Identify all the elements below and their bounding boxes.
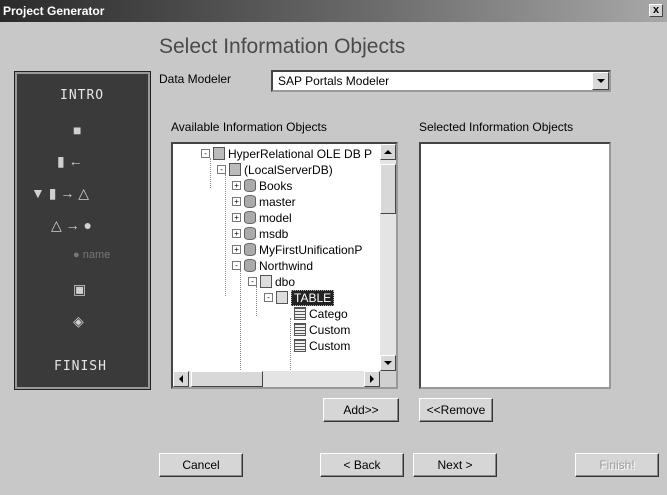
tree-node-label: Northwind <box>259 258 314 273</box>
tree-node-table-selected[interactable]: - TABLE <box>264 289 335 306</box>
folder-icon <box>260 275 272 289</box>
tree-node-label: Custom <box>309 338 351 353</box>
server-icon <box>229 163 241 177</box>
scroll-up-button[interactable] <box>380 144 396 160</box>
scrollbar-corner <box>380 371 396 387</box>
close-button[interactable]: x <box>649 4 663 17</box>
finish-button[interactable]: Finish! <box>575 453 659 477</box>
vertical-scroll-thumb[interactable] <box>380 164 396 214</box>
window-title: Project Generator <box>3 4 105 18</box>
tree-node-model[interactable]: + model <box>232 210 292 226</box>
tree-node-label: Books <box>259 178 293 193</box>
horizontal-scrollbar[interactable] <box>173 371 380 387</box>
collapse-icon[interactable]: - <box>264 293 273 303</box>
arrow-left-icon <box>179 375 183 383</box>
step-finish-label: FINISH <box>54 359 107 374</box>
tree-node-table-item[interactable]: Custom <box>294 322 350 338</box>
collapse-icon[interactable]: - <box>232 261 241 271</box>
data-modeler-select[interactable]: SAP Portals Modeler <box>271 70 611 92</box>
tree-line <box>210 158 211 188</box>
database-arrow-left-icon: ▮ ← <box>57 153 83 169</box>
tree-node-dbo[interactable]: - dbo <box>248 274 295 290</box>
document-icon: ▣ <box>73 281 87 297</box>
tree-node-table-item[interactable]: Custom <box>294 338 350 354</box>
database-icon <box>244 227 256 241</box>
arrow-up-icon <box>384 150 392 154</box>
title-bar: Project Generator x <box>0 0 667 22</box>
dropdown-arrow-button[interactable] <box>592 72 609 90</box>
collapse-icon[interactable]: - <box>217 165 226 175</box>
available-objects-label: Available Information Objects <box>171 120 327 134</box>
cancel-button[interactable]: Cancel <box>159 453 243 477</box>
table-icon <box>294 307 306 321</box>
tree-node-label: (LocalServerDB) <box>244 162 333 177</box>
tree-node-label: Custom <box>309 322 351 337</box>
step-intro-label: INTRO <box>60 88 105 103</box>
database-icon <box>244 179 256 193</box>
step-name-label: name <box>82 249 111 261</box>
tree-line <box>256 286 257 316</box>
page-title: Select Information Objects <box>159 35 406 58</box>
scroll-left-button[interactable] <box>173 371 189 387</box>
database-icon <box>244 211 256 225</box>
tree-node-myfirstunification[interactable]: + MyFirstUnificationP <box>232 242 362 258</box>
tree-node-label: MyFirstUnificationP <box>259 242 363 257</box>
tree-line <box>290 318 291 378</box>
back-button[interactable]: < Back <box>320 453 404 477</box>
tree-node-northwind[interactable]: - Northwind <box>232 258 313 274</box>
next-button[interactable]: Next > <box>413 453 497 477</box>
arrow-right-icon <box>370 375 374 383</box>
remove-button[interactable]: <<Remove <box>419 398 493 422</box>
expand-icon[interactable]: + <box>232 229 241 239</box>
expand-icon[interactable]: + <box>232 245 241 255</box>
tree-node-msdb[interactable]: + msdb <box>232 226 288 242</box>
chevron-down-icon <box>597 79 605 83</box>
tree-node-provider[interactable]: - HyperRelational OLE DB P <box>201 146 372 162</box>
triangle-to-circle-icon: △ → ● <box>51 217 93 233</box>
wizard-steps-panel: INTRO ■ ▮ ← ▼ ▮ → △ △ → ● ● name ▣ ◈ FIN… <box>14 71 151 390</box>
collapse-icon[interactable]: - <box>248 277 257 287</box>
table-icon <box>294 323 306 337</box>
data-modeler-value: SAP Portals Modeler <box>278 74 390 88</box>
data-modeler-label: Data Modeler <box>159 72 232 86</box>
tree-node-table-item[interactable]: Catego <box>294 306 348 322</box>
add-button[interactable]: Add>> <box>323 398 399 422</box>
globe-icon: ◈ <box>73 313 84 329</box>
selected-objects-label: Selected Information Objects <box>419 120 574 134</box>
database-icon <box>244 243 256 257</box>
available-objects-tree[interactable]: - HyperRelational OLE DB P - (LocalServerD… <box>171 142 398 389</box>
database-icon <box>244 195 256 209</box>
collapse-icon[interactable]: - <box>201 149 210 159</box>
table-icon <box>294 339 306 353</box>
tree-node-label: master <box>259 194 296 209</box>
server-icon <box>213 147 225 161</box>
tree-node-label: TABLE <box>291 289 335 306</box>
scroll-down-button[interactable] <box>380 355 396 371</box>
tree-node-master[interactable]: + master <box>232 194 296 210</box>
expand-icon[interactable]: + <box>232 213 241 223</box>
arrow-down-icon <box>384 361 392 365</box>
database-icon <box>244 259 256 273</box>
cube-icon: ■ <box>73 122 82 138</box>
tree-node-localserver[interactable]: - (LocalServerDB) <box>217 162 333 178</box>
tree-node-label: Catego <box>309 306 348 321</box>
tree-node-label: HyperRelational OLE DB P <box>228 146 373 161</box>
tree-line <box>240 270 241 380</box>
vertical-scrollbar[interactable] <box>380 144 396 371</box>
tree-node-books[interactable]: + Books <box>232 178 292 194</box>
tree-node-label: msdb <box>259 226 289 241</box>
tree-line <box>225 174 226 296</box>
scroll-right-button[interactable] <box>364 371 380 387</box>
name-step-icon: ● name <box>73 249 111 261</box>
horizontal-scroll-thumb[interactable] <box>191 371 263 387</box>
expand-icon[interactable]: + <box>232 181 241 191</box>
selected-objects-list[interactable] <box>419 142 611 389</box>
current-step-database-to-triangle-icon: ▼ ▮ → △ <box>31 185 89 201</box>
expand-icon[interactable]: + <box>232 197 241 207</box>
tree-node-label: model <box>259 210 292 225</box>
folder-icon <box>276 291 288 305</box>
tree-node-label: dbo <box>275 274 296 289</box>
